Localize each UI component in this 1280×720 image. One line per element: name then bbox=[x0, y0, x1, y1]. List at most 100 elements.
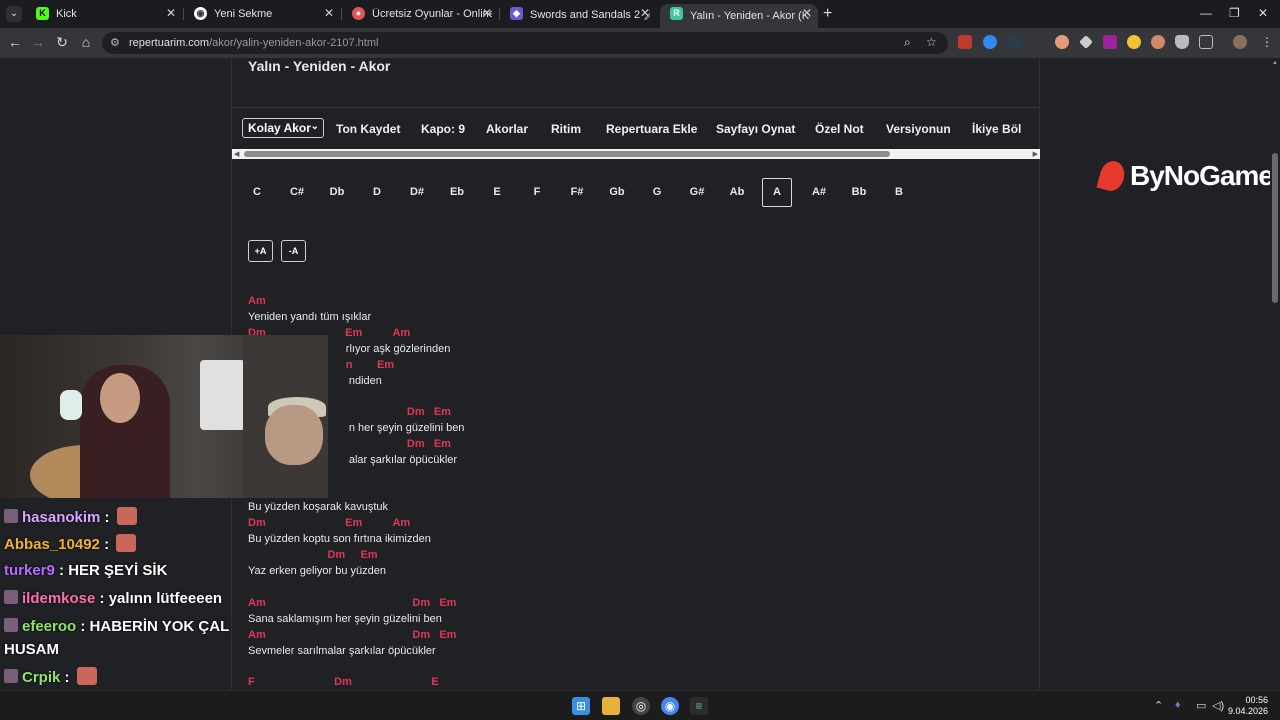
chord-line[interactable]: Dm Em Am bbox=[248, 517, 410, 529]
back-icon[interactable]: ← bbox=[6, 34, 24, 50]
scroll-left-icon[interactable]: ◀ bbox=[234, 150, 239, 158]
taskbar: ⊞ ◎ ◉ ≡ ⌃ ♦ ▭ ◁) 00:56 9.04.2026 bbox=[0, 690, 1280, 720]
menu-akorlar[interactable]: Akorlar bbox=[486, 122, 528, 136]
zoom-icon[interactable]: ⌕ bbox=[904, 35, 911, 50]
extension-icon[interactable] bbox=[1103, 35, 1117, 49]
chrome-icon[interactable]: ◉ bbox=[661, 697, 679, 715]
kick-icon: K bbox=[36, 7, 49, 20]
bookmark-star-icon[interactable]: ☆ bbox=[926, 35, 937, 49]
start-icon[interactable]: ⊞ bbox=[572, 697, 590, 715]
horizontal-scrollbar[interactable]: ◀ ▶ bbox=[232, 149, 1040, 159]
extension-icon[interactable] bbox=[983, 35, 997, 49]
menu-repertuara-ekle[interactable]: Repertuara Ekle bbox=[606, 122, 697, 136]
scroll-right-icon[interactable]: ▶ bbox=[1033, 150, 1038, 158]
key-a[interactable]: A bbox=[762, 178, 792, 207]
key-g[interactable]: G bbox=[642, 178, 672, 207]
scroll-up-icon[interactable]: ▲ bbox=[1272, 60, 1278, 66]
key-a-sharp[interactable]: A# bbox=[804, 178, 834, 207]
menu-sayfayi-oynat[interactable]: Sayfayı Oynat bbox=[716, 122, 795, 136]
key-f[interactable]: F bbox=[522, 178, 552, 207]
chord-line[interactable]: Am Dm Em bbox=[248, 597, 456, 609]
key-f-sharp[interactable]: F# bbox=[562, 178, 592, 207]
tab-search-button[interactable]: ⌄ bbox=[6, 6, 22, 22]
tray-chevron-icon[interactable]: ⌃ bbox=[1154, 699, 1163, 712]
forward-icon[interactable]: → bbox=[29, 34, 47, 50]
key-d[interactable]: D bbox=[362, 178, 392, 207]
chord-line[interactable]: Dm Em bbox=[248, 549, 377, 561]
tab-kick[interactable]: K Kick ✕ bbox=[26, 4, 182, 24]
tab-new-tab[interactable]: ◉ Yeni Sekme ✕ bbox=[184, 4, 340, 24]
site-info-icon[interactable]: ⚙ bbox=[110, 36, 120, 49]
extension-icon[interactable] bbox=[1151, 35, 1165, 49]
scrollbar-thumb[interactable] bbox=[1272, 153, 1278, 303]
tab-free-games[interactable]: ● Ücretsiz Oyunlar - Online Oyun ✕ bbox=[342, 4, 498, 24]
chat-username[interactable]: turker9 bbox=[4, 562, 55, 579]
chord-line[interactable]: Am Dm Em bbox=[248, 629, 456, 641]
extensions-puzzle-icon[interactable] bbox=[1199, 35, 1213, 49]
close-window-button[interactable]: ✕ bbox=[1258, 6, 1268, 20]
key-e[interactable]: E bbox=[482, 178, 512, 207]
key-c[interactable]: C bbox=[242, 178, 272, 207]
scrollbar-thumb[interactable] bbox=[244, 151, 890, 157]
badge-icon bbox=[4, 590, 18, 604]
extension-icon[interactable] bbox=[1055, 35, 1069, 49]
key-b[interactable]: B bbox=[884, 178, 914, 207]
address-bar[interactable]: ⚙ repertuarim.com/akor/yalin-yeniden-ako… bbox=[102, 32, 948, 54]
key-g-sharp[interactable]: G# bbox=[682, 178, 712, 207]
chord-line[interactable]: Am bbox=[248, 295, 266, 307]
key-db[interactable]: Db bbox=[322, 178, 352, 207]
key-ab[interactable]: Ab bbox=[722, 178, 752, 207]
key-bb[interactable]: Bb bbox=[844, 178, 874, 207]
chat-message: Abbas_10492 : bbox=[4, 534, 137, 553]
chat-username[interactable]: Abbas_10492 bbox=[4, 536, 100, 553]
shield-icon[interactable] bbox=[1175, 35, 1189, 49]
chat-username[interactable]: hasanokim bbox=[22, 509, 100, 526]
reload-icon[interactable]: ↻ bbox=[53, 34, 71, 51]
lyric-line: Sevmeler sarılmalar şarkılar öpücükler bbox=[248, 645, 436, 657]
menu-versiyonun[interactable]: Versiyonun bbox=[886, 122, 951, 136]
key-eb[interactable]: Eb bbox=[442, 178, 472, 207]
more-menu-icon[interactable]: ⋮ bbox=[1260, 35, 1274, 49]
restore-button[interactable]: ❐ bbox=[1229, 6, 1240, 20]
network-icon[interactable]: ▭ bbox=[1196, 699, 1206, 712]
key-gb[interactable]: Gb bbox=[602, 178, 632, 207]
minimize-button[interactable]: — bbox=[1200, 6, 1212, 20]
tab-active-yalin[interactable]: R Yalın - Yeniden - Akor (Kolay ve ✕ bbox=[660, 4, 818, 28]
font-size-decrease-button[interactable]: -A bbox=[281, 240, 306, 262]
chat-username[interactable]: Crpik bbox=[22, 669, 60, 686]
home-icon[interactable]: ⌂ bbox=[77, 34, 95, 50]
terminal-icon[interactable]: ≡ bbox=[690, 697, 708, 715]
chat-username[interactable]: ildemkose bbox=[22, 590, 95, 607]
file-explorer-icon[interactable] bbox=[602, 697, 620, 715]
close-tab-icon[interactable]: ✕ bbox=[324, 6, 334, 20]
tray-app-icon[interactable]: ♦ bbox=[1175, 699, 1181, 711]
game-site-icon: ◆ bbox=[510, 7, 523, 20]
extension-icon[interactable] bbox=[1127, 35, 1141, 49]
obs-icon[interactable]: ◎ bbox=[632, 697, 650, 715]
extension-icon[interactable] bbox=[1007, 35, 1021, 49]
chat-username[interactable]: efeeroo bbox=[22, 618, 76, 635]
chord-level-select[interactable]: Kolay Akor ⌄ bbox=[242, 118, 324, 138]
clock[interactable]: 00:56 9.04.2026 bbox=[1224, 695, 1268, 717]
key-c-sharp[interactable]: C# bbox=[282, 178, 312, 207]
menu-ton-kaydet[interactable]: Ton Kaydet bbox=[336, 122, 400, 136]
extension-icon[interactable] bbox=[958, 35, 972, 49]
tab-swords-and-sandals[interactable]: ◆ Swords and Sandals 2 🗡 Crazy ✕ bbox=[500, 4, 656, 24]
menu-ritim[interactable]: Ritim bbox=[551, 122, 581, 136]
font-size-increase-button[interactable]: +A bbox=[248, 240, 273, 262]
avatar[interactable] bbox=[1233, 35, 1247, 49]
new-tab-button[interactable]: + bbox=[823, 5, 832, 23]
vertical-scrollbar[interactable]: ▲ bbox=[1270, 58, 1280, 690]
chord-line[interactable]: F Dm E bbox=[248, 676, 439, 688]
volume-icon[interactable]: ◁) bbox=[1212, 699, 1224, 712]
bynogame-logo-icon bbox=[1096, 158, 1128, 194]
menu-ozel-not[interactable]: Özel Not bbox=[815, 122, 864, 136]
extension-icon[interactable] bbox=[1031, 35, 1045, 49]
close-tab-icon[interactable]: ✕ bbox=[640, 6, 650, 20]
close-tab-icon[interactable]: ✕ bbox=[482, 6, 492, 20]
close-tab-icon[interactable]: ✕ bbox=[802, 6, 812, 20]
menu-ikiye-bol[interactable]: İkiye Böl bbox=[972, 122, 1021, 136]
menu-kapo[interactable]: Kapo: 9 bbox=[421, 122, 465, 136]
close-tab-icon[interactable]: ✕ bbox=[166, 6, 176, 20]
key-d-sharp[interactable]: D# bbox=[402, 178, 432, 207]
